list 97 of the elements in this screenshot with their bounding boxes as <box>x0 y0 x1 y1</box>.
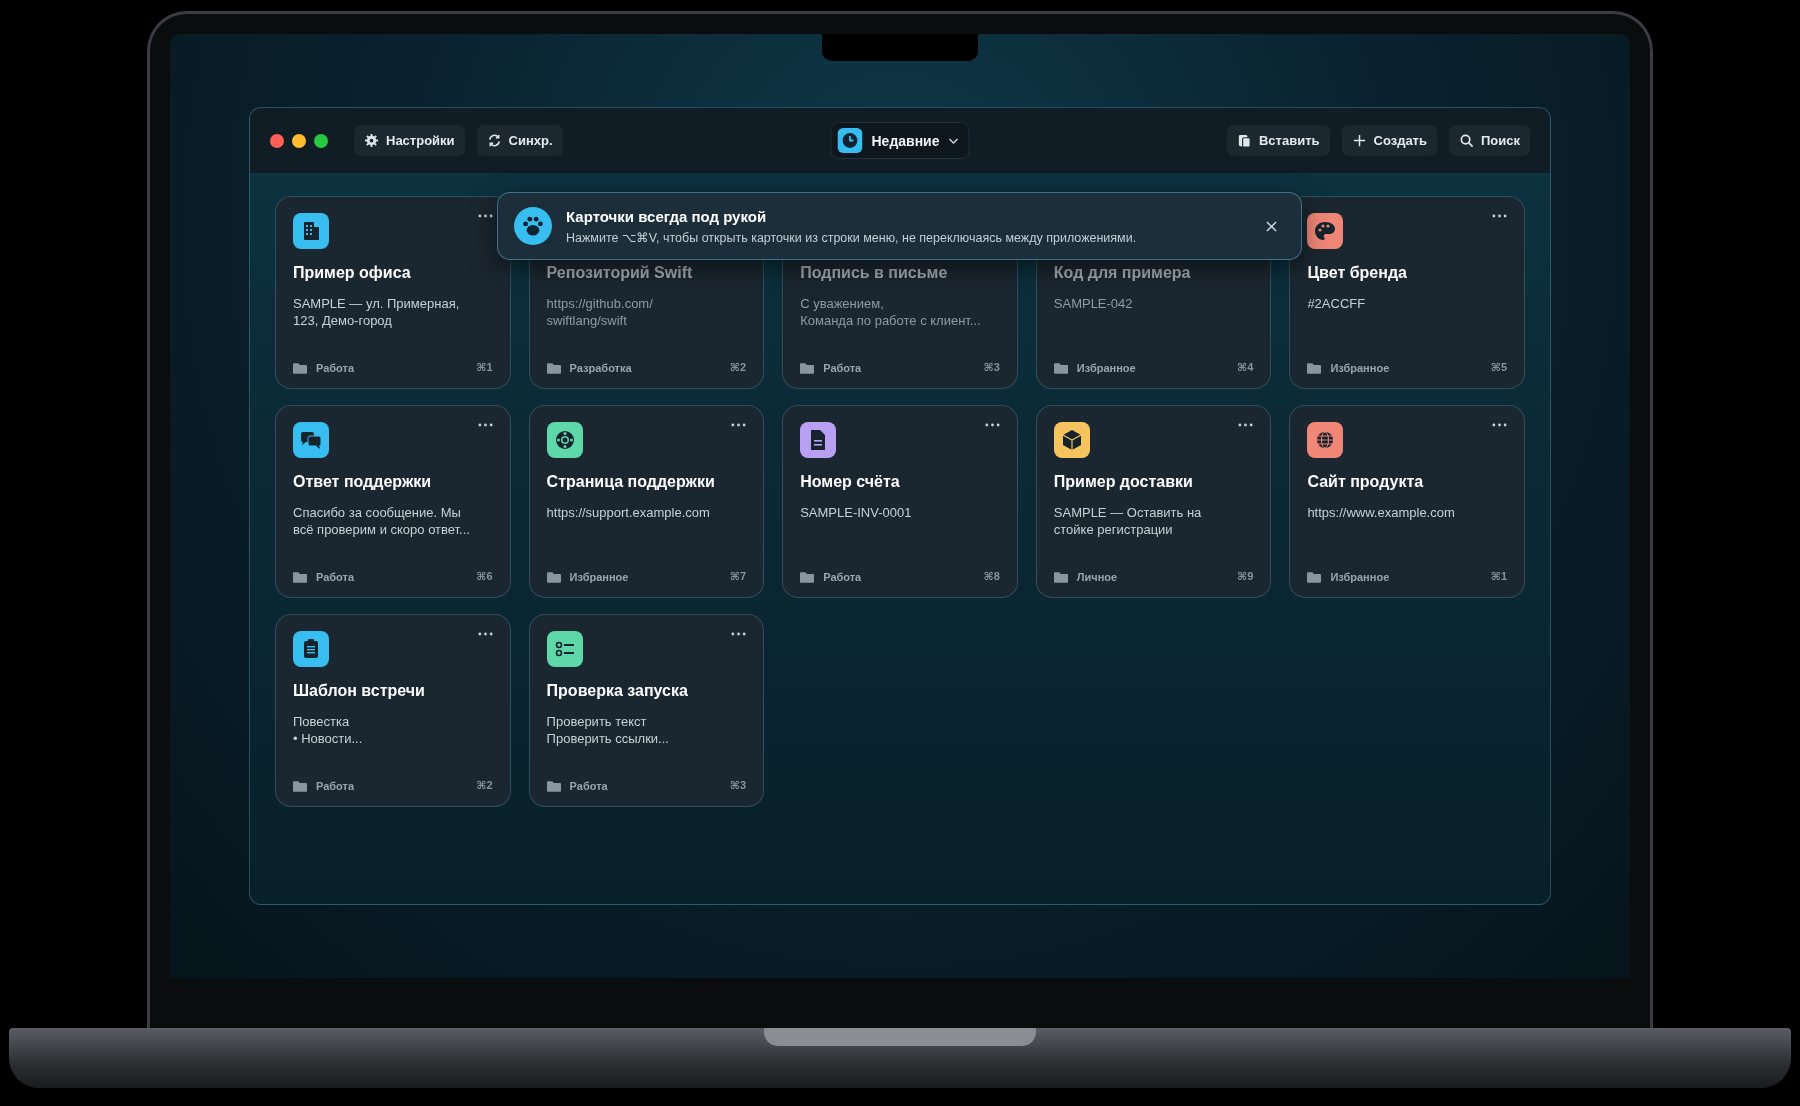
shortcut-label: ⌘7 <box>729 570 747 583</box>
snippet-card[interactable]: Сайт продукта https://www.example.com Избранное ⌘1 <box>1289 405 1525 598</box>
folder-label: Избранное <box>569 570 630 583</box>
folder-icon <box>293 361 307 374</box>
close-window-button[interactable] <box>270 133 284 148</box>
folder-icon <box>800 361 815 374</box>
folder-icon <box>293 779 307 792</box>
settings-button[interactable]: Настройки <box>354 125 465 156</box>
more-options-icon[interactable] <box>731 423 747 427</box>
card-text: Проверить текст Проверить ссылки... <box>546 713 670 748</box>
shortcut-label: ⌘1 <box>476 361 493 374</box>
snippet-card[interactable]: Шаблон встречи Повестка • Новости... Работа ⌘2 <box>275 614 511 807</box>
folder-icon <box>1307 570 1322 583</box>
snippet-card[interactable]: Страница поддержки https://support.example.com Избранное ⌘7 <box>528 405 765 598</box>
more-options-icon[interactable] <box>1492 423 1507 427</box>
folder-label: Личное <box>1076 570 1119 583</box>
snippet-card[interactable]: Пример доставки SAMPLE — Оставить на стойке регистрации Личное ⌘9 <box>1035 405 1272 598</box>
card-text: Спасибо за сообщение. Мы всё проверим и скоро ответ... <box>293 504 471 539</box>
search-icon <box>1459 133 1474 148</box>
shortcut-label: ⌘6 <box>476 570 493 583</box>
folder-label: Работа <box>823 570 863 583</box>
card-title: Пример офиса <box>293 264 412 282</box>
card-title: Проверка запуска <box>546 682 689 700</box>
shortcut-label: ⌘5 <box>1490 361 1507 374</box>
tip-title: Карточки всегда под рукой <box>566 207 768 225</box>
create-button[interactable]: Создать <box>1341 125 1437 156</box>
folder-icon <box>1307 361 1322 374</box>
card-text: SAMPLE-INV-0001 <box>800 504 913 522</box>
more-options-icon[interactable] <box>1238 423 1254 427</box>
card-title: Код для примера <box>1053 264 1192 282</box>
card-title: Сайт продукта <box>1307 473 1425 491</box>
card-title: Страница поддержки <box>546 473 716 491</box>
card-text: SAMPLE-042 <box>1053 295 1134 313</box>
shortcut-label: ⌘4 <box>1237 361 1254 374</box>
folder-icon <box>546 361 561 374</box>
sync-button[interactable]: Синхр. <box>476 125 563 156</box>
folder-label: Работа <box>316 570 356 583</box>
more-options-icon[interactable] <box>731 632 747 636</box>
card-text: SAMPLE — ул. Примерная, 123, Демо-город <box>293 295 461 330</box>
shortcut-label: ⌘8 <box>983 570 1000 583</box>
folder-icon <box>546 570 561 583</box>
snippet-card[interactable]: Номер счёта SAMPLE-INV-0001 Работа ⌘8 <box>782 405 1018 598</box>
more-options-icon[interactable] <box>1492 214 1507 218</box>
more-options-icon[interactable] <box>477 632 493 636</box>
folder-label: Работа <box>316 361 356 374</box>
chevron-down-icon <box>948 137 959 144</box>
folder-icon <box>293 570 307 583</box>
snippet-card[interactable]: Проверка запуска Проверить текст Проверить ссылки... Работа ⌘3 <box>528 614 765 807</box>
shortcut-label: ⌘3 <box>983 361 1000 374</box>
more-options-icon[interactable] <box>984 423 1000 427</box>
card-title: Подпись в письме <box>800 264 949 282</box>
card-title: Репозиторий Swift <box>546 264 694 282</box>
paste-button[interactable]: Вставить <box>1226 125 1330 156</box>
folder-label: Работа <box>569 779 609 792</box>
shortcut-label: ⌘2 <box>476 779 493 792</box>
card-text: https://github.com/ swiftlang/swift <box>546 295 654 330</box>
folder-icon <box>546 779 561 792</box>
card-text: https://www.example.com <box>1307 504 1456 522</box>
plus-icon <box>1351 133 1367 148</box>
gear-icon <box>364 133 379 148</box>
folder-icon <box>800 570 815 583</box>
folder-label: Работа <box>823 361 863 374</box>
paw-icon <box>514 207 552 245</box>
shortcut-label: ⌘2 <box>729 361 747 374</box>
folder-icon <box>1053 570 1068 583</box>
snippet-card[interactable]: Ответ поддержки Спасибо за сообщение. Мы всё проверим и скоро ответ... Работа ⌘6 <box>275 405 511 598</box>
more-options-icon[interactable] <box>477 214 493 218</box>
clipboard-icon <box>1236 133 1252 148</box>
folder-label: Избранное <box>1330 361 1391 374</box>
folder-label: Избранное <box>1330 570 1391 583</box>
search-button[interactable]: Поиск <box>1449 125 1530 156</box>
folder-icon <box>1053 361 1068 374</box>
shortcut-label: ⌘9 <box>1237 570 1254 583</box>
minimize-window-button[interactable] <box>292 133 306 148</box>
card-text: #2ACCFF <box>1307 295 1367 313</box>
card-text: https://support.example.com <box>546 504 711 522</box>
clock-icon <box>837 128 863 153</box>
sync-icon <box>486 133 502 148</box>
shortcut-label: ⌘1 <box>1490 570 1507 583</box>
card-title: Шаблон встречи <box>293 682 426 700</box>
more-options-icon[interactable] <box>477 423 493 427</box>
snippet-card[interactable]: Цвет бренда #2ACCFF Избранное ⌘5 <box>1289 196 1525 389</box>
card-title: Ответ поддержки <box>293 473 433 491</box>
shortcut-label: ⌘3 <box>729 779 747 792</box>
zoom-window-button[interactable] <box>314 133 328 148</box>
snippet-card[interactable]: Пример офиса SAMPLE — ул. Примерная, 123, Демо-город Работа ⌘1 <box>275 196 511 389</box>
card-title: Цвет бренда <box>1307 264 1408 282</box>
card-text: С уважением, Команда по работе с клиент... <box>800 295 982 330</box>
card-text: SAMPLE — Оставить на стойке регистрации <box>1053 504 1203 539</box>
folder-label: Разработка <box>569 361 633 374</box>
card-title: Номер счёта <box>800 473 901 491</box>
folder-label: Работа <box>316 779 356 792</box>
card-text: Повестка • Новости... <box>293 713 364 748</box>
folder-label: Избранное <box>1076 361 1137 374</box>
view-switch-button[interactable]: Недавние <box>830 122 970 159</box>
close-icon[interactable] <box>1266 220 1277 232</box>
card-title: Пример доставки <box>1053 473 1194 491</box>
